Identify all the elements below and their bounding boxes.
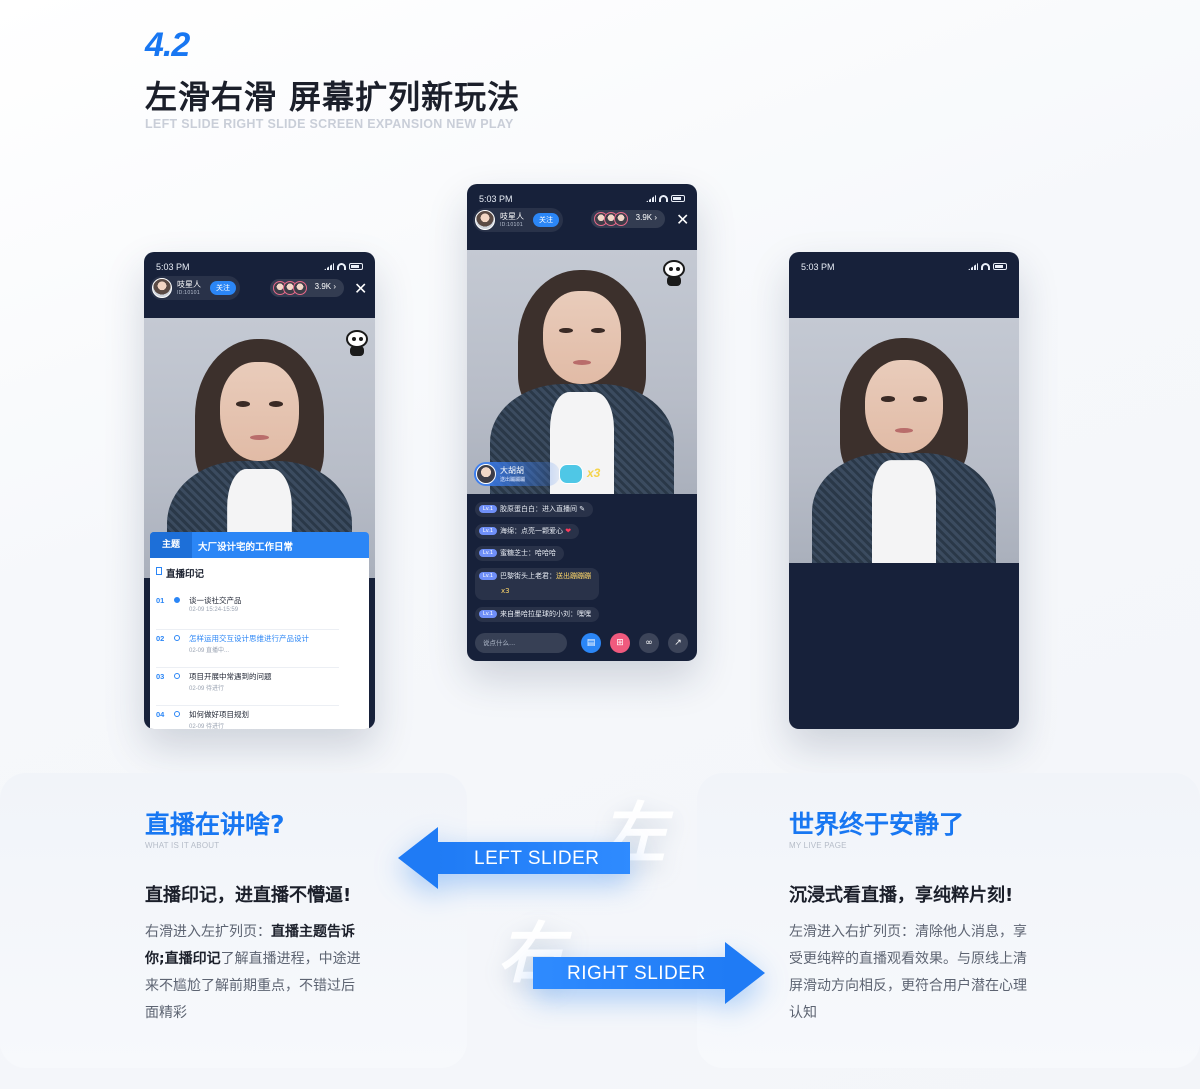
gift-sender-avatar	[476, 464, 496, 484]
topic-bar[interactable]: 主题 大厂设计宅的工作日常	[150, 532, 369, 558]
follow-button[interactable]: 关注	[533, 213, 559, 227]
follow-button[interactable]: 关注	[210, 281, 236, 295]
live-video[interactable]	[467, 250, 697, 494]
card-left-title: 直播在讲啥?	[145, 810, 285, 839]
panda-sticker-icon	[657, 258, 691, 288]
card-right-body: 左滑进入右扩列页：清除他人消息，享受更纯粹的直播观看效果。与原线上清屏滑动方向相…	[789, 924, 1027, 1021]
card-left: 直播在讲啥? WHAT IS IT ABOUT 直播印记，进直播不懵逼! 右滑进…	[0, 773, 467, 1068]
record-item[interactable]: 03 项目开展中常遇到的问题 02-09 待进行	[156, 670, 339, 706]
record-item[interactable]: 01 谈一谈社交产品 02-09 15:24-15:59	[156, 594, 339, 630]
host-avatar[interactable]	[152, 278, 172, 298]
wifi-icon	[659, 195, 668, 202]
viewer-count: 3.9K ›	[314, 282, 336, 291]
left-slider-label: LEFT SLIDER	[474, 848, 600, 869]
close-icon[interactable]: ✕	[354, 279, 367, 299]
battery-icon	[671, 195, 685, 202]
battery-icon	[349, 263, 363, 270]
card-left-headline: 直播印记，进直播不懵逼!	[145, 885, 352, 906]
panda-sticker-icon	[340, 328, 374, 358]
chat-message: Lv.1 巴黎街头上老君：送出蹦蹦蹦 x3	[475, 568, 599, 600]
live-video[interactable]	[789, 318, 1019, 563]
robot-gift-icon	[559, 464, 583, 484]
gift-notice: 大胡胡 送出蹦蹦蹦	[474, 462, 560, 486]
host-id: ID:10101	[177, 290, 200, 296]
chat-message: Lv.1 来自墨哈拉星球的小刘：嘿嘿	[475, 607, 599, 622]
phone-middle-live: 5:03 PM 吱星人 ID:10101 关注 3.9K › ✕ 大胡胡 送出蹦…	[467, 184, 697, 661]
viewer-list[interactable]: 3.9K ›	[591, 210, 665, 228]
viewer-list[interactable]: 3.9K ›	[270, 279, 344, 297]
record-title: 直播印记	[166, 569, 205, 580]
battery-icon	[993, 263, 1007, 270]
topic-tag: 主题	[150, 532, 192, 558]
host-name: 吱星人	[177, 280, 201, 289]
phone-left-expansion: 5:03 PM 吱星人 ID:10101 关注 3.9K › ✕ 主题 大厂设计…	[144, 252, 375, 729]
wifi-icon	[981, 263, 990, 270]
card-right-headline: 沉浸式看直播，享纯粹片刻!	[789, 885, 1014, 906]
share-icon[interactable]: ↗	[668, 633, 688, 653]
section-subtitle: LEFT SLIDE RIGHT SLIDE SCREEN EXPANSION …	[145, 117, 514, 131]
topic-text: 大厂设计宅的工作日常	[198, 542, 294, 553]
signal-icon	[968, 263, 978, 270]
gift-combo: x3	[587, 466, 601, 480]
card-right-title: 世界终于安静了	[789, 810, 965, 839]
gift-icon[interactable]: ⊞	[610, 633, 630, 653]
phone-right-clean: 5:03 PM	[789, 252, 1019, 729]
close-icon[interactable]: ✕	[676, 210, 689, 230]
link-icon[interactable]: ∞	[639, 633, 659, 653]
timeline-dot-icon	[174, 597, 180, 603]
host-info[interactable]: 吱星人 ID:10101 关注	[473, 208, 563, 232]
chat-message: Lv.1 胶原蛋白白：进入直播间 ✎	[475, 502, 594, 517]
left-slider-arrow: LEFT SLIDER	[398, 827, 630, 889]
status-bar: 5:03 PM	[479, 194, 685, 206]
timeline-dot-icon	[174, 635, 180, 641]
card-left-sub: WHAT IS IT ABOUT	[145, 841, 220, 850]
status-bar: 5:03 PM	[801, 262, 1007, 274]
signal-icon	[646, 195, 656, 202]
status-bar: 5:03 PM	[156, 262, 363, 274]
wifi-icon	[337, 263, 346, 270]
card-left-body: 右滑进入左扩列页：直播主题告诉你;直播印记了解直播进程，中途进来不尴尬了解前期重…	[145, 924, 361, 1021]
status-time: 5:03 PM	[156, 262, 190, 272]
record-item[interactable]: 04 如何做好项目规划 02-09 待进行	[156, 708, 339, 729]
signal-icon	[324, 263, 334, 270]
host-info[interactable]: 吱星人 ID:10101 关注	[150, 276, 240, 300]
card-right: 世界终于安静了 MY LIVE PAGE 沉浸式看直播，享纯粹片刻! 左滑进入右…	[697, 773, 1200, 1068]
live-record-panel: 直播印记 01 谈一谈社交产品 02-09 15:24-15:59 02 怎样运…	[150, 558, 369, 729]
timeline-dot-icon	[174, 673, 180, 679]
record-item[interactable]: 02 怎样运用交互设计思维进行产品设计 02-09 直播中...	[156, 632, 339, 668]
card-right-sub: MY LIVE PAGE	[789, 841, 847, 850]
right-slider-label: RIGHT SLIDER	[567, 963, 706, 984]
right-slider-arrow: RIGHT SLIDER	[533, 942, 765, 1004]
timeline-dot-icon	[174, 711, 180, 717]
chat-icon[interactable]: ▤	[581, 633, 601, 653]
heart-icon: ❤	[565, 527, 572, 535]
chat-message: Lv.1 海绵：点亮一颗爱心 ❤	[475, 524, 580, 539]
chat-message: Lv.1 蜜糖芝士：哈哈哈	[475, 546, 564, 561]
viewer-avatar	[293, 281, 307, 295]
host-avatar[interactable]	[475, 210, 495, 230]
section-title: 左滑右滑 屏幕扩列新玩法	[145, 78, 521, 116]
comment-input[interactable]: 说点什么...	[475, 633, 567, 653]
bookmark-icon	[156, 567, 162, 575]
section-number: 4.2	[145, 26, 190, 64]
